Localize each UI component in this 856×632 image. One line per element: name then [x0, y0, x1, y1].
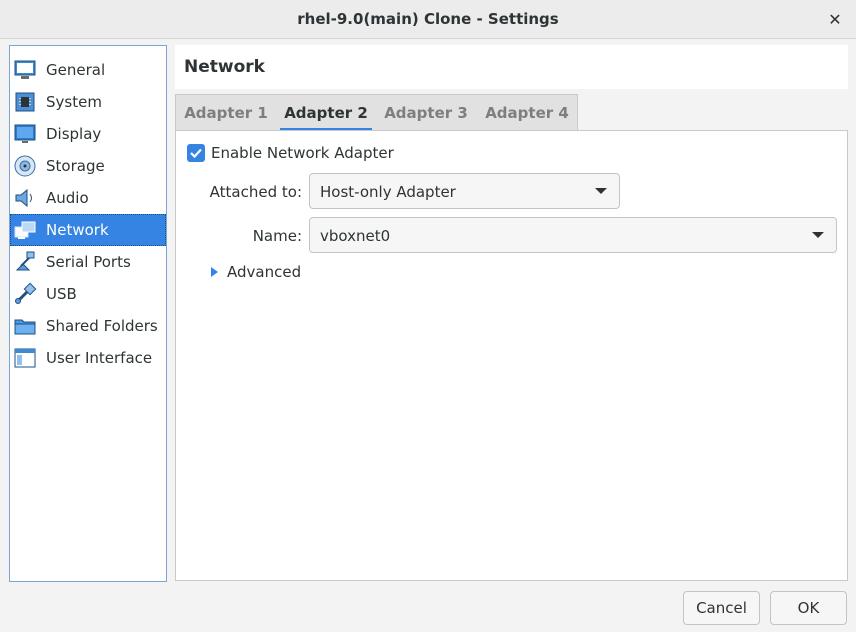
sidebar-item-network[interactable]: Network: [10, 214, 166, 246]
sidebar-item-user-interface[interactable]: User Interface: [10, 342, 166, 374]
checkmark-icon: [190, 148, 202, 159]
sidebar-item-general[interactable]: General: [10, 54, 166, 86]
attached-to-value: Host-only Adapter: [320, 183, 456, 201]
user-interface-icon: [13, 346, 37, 370]
sidebar-item-label: Network: [46, 221, 109, 239]
general-icon: [13, 58, 37, 82]
sidebar-item-label: Storage: [46, 157, 105, 175]
sidebar-item-label: USB: [46, 285, 77, 303]
chevron-down-icon: [595, 188, 607, 194]
tab-adapter-4[interactable]: Adapter 4: [477, 95, 577, 131]
usb-icon: [13, 282, 37, 306]
storage-icon: [13, 154, 37, 178]
attached-to-select[interactable]: Host-only Adapter: [309, 173, 620, 209]
enable-adapter-label: Enable Network Adapter: [211, 144, 394, 162]
name-value: vboxnet0: [320, 227, 391, 245]
sidebar-item-label: User Interface: [46, 349, 153, 367]
sidebar-item-label: Serial Ports: [46, 253, 131, 271]
ok-button[interactable]: OK: [770, 591, 847, 625]
sidebar-item-serial-ports[interactable]: Serial Ports: [10, 246, 166, 278]
sidebar-item-display[interactable]: Display: [10, 118, 166, 150]
sidebar-item-system[interactable]: System: [10, 86, 166, 118]
serial-ports-icon: [13, 250, 37, 274]
tab-adapter-3[interactable]: Adapter 3: [376, 95, 476, 131]
sidebar-item-label: Display: [46, 125, 102, 143]
adapter-tabs: Adapter 1 Adapter 2 Adapter 3 Adapter 4: [175, 94, 578, 131]
cancel-button[interactable]: Cancel: [683, 591, 760, 625]
chevron-down-icon: [812, 232, 824, 238]
audio-icon: [13, 186, 37, 210]
sidebar-item-shared-folders[interactable]: Shared Folders: [10, 310, 166, 342]
expander-triangle-icon: [211, 267, 218, 277]
shared-folders-icon: [13, 314, 37, 338]
network-icon: [13, 218, 37, 242]
attached-to-label: Attached to:: [209, 183, 302, 201]
sidebar-item-usb[interactable]: USB: [10, 278, 166, 310]
dialog-body: General System Display Storage Audio Net…: [0, 39, 856, 632]
sidebar-item-audio[interactable]: Audio: [10, 182, 166, 214]
name-select[interactable]: vboxnet0: [309, 217, 837, 253]
settings-sidebar: General System Display Storage Audio Net…: [9, 45, 167, 582]
page-title: Network: [184, 57, 265, 77]
display-icon: [13, 122, 37, 146]
sidebar-item-label: Shared Folders: [46, 317, 158, 335]
close-icon[interactable]: ✕: [824, 8, 846, 30]
enable-adapter-checkbox[interactable]: [187, 144, 205, 162]
system-icon: [13, 90, 37, 114]
window-title: rhel-9.0(main) Clone - Settings: [297, 10, 559, 28]
advanced-label: Advanced: [227, 263, 302, 281]
title-bar: rhel-9.0(main) Clone - Settings ✕: [0, 0, 856, 39]
sidebar-item-label: System: [46, 93, 102, 111]
page-header: Network: [175, 45, 848, 89]
sidebar-item-label: General: [46, 61, 106, 79]
tab-adapter-1[interactable]: Adapter 1: [176, 95, 276, 131]
name-label: Name:: [252, 227, 302, 245]
advanced-expander[interactable]: Advanced: [211, 263, 301, 281]
sidebar-item-label: Audio: [46, 189, 89, 207]
adapter-panel: Enable Network Adapter Attached to: Host…: [175, 130, 848, 581]
tab-adapter-2[interactable]: Adapter 2: [276, 95, 376, 131]
sidebar-item-storage[interactable]: Storage: [10, 150, 166, 182]
